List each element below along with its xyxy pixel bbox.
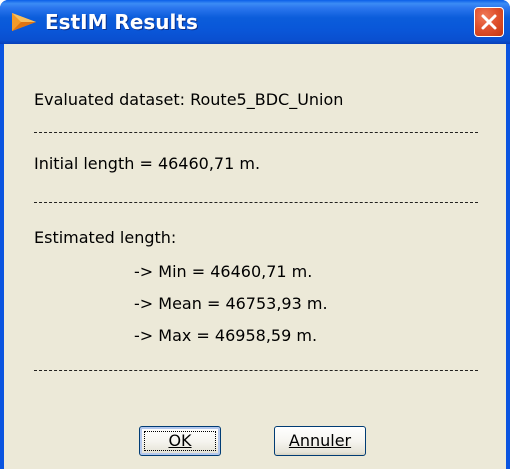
min-length-text: -> Min = 46460,71 m. — [134, 262, 313, 281]
dialog-content: Evaluated dataset: Route5_BDC_Union Init… — [4, 44, 506, 469]
dataset-text: Evaluated dataset: Route5_BDC_Union — [34, 90, 344, 109]
separator-line — [34, 370, 478, 371]
window-title: EstIM Results — [45, 10, 198, 34]
initial-length-text: Initial length = 46460,71 m. — [34, 154, 261, 173]
close-button[interactable] — [474, 7, 504, 37]
title-bar[interactable]: EstIM Results — [0, 0, 510, 44]
close-icon — [481, 14, 497, 30]
ok-button-label: OK — [168, 431, 192, 450]
mean-length-text: -> Mean = 46753,93 m. — [134, 294, 328, 313]
separator-line — [34, 202, 478, 203]
app-logo-icon — [12, 13, 36, 31]
separator-line — [34, 132, 478, 133]
dialog-window: EstIM Results Evaluated dataset: Route5_… — [0, 0, 510, 469]
max-length-text: -> Max = 46958,59 m. — [134, 326, 318, 345]
cancel-button[interactable]: Annuler — [274, 426, 366, 456]
ok-button[interactable]: OK — [139, 426, 221, 456]
estimated-length-heading: Estimated length: — [34, 228, 177, 247]
cancel-button-label: Annuler — [288, 431, 352, 450]
